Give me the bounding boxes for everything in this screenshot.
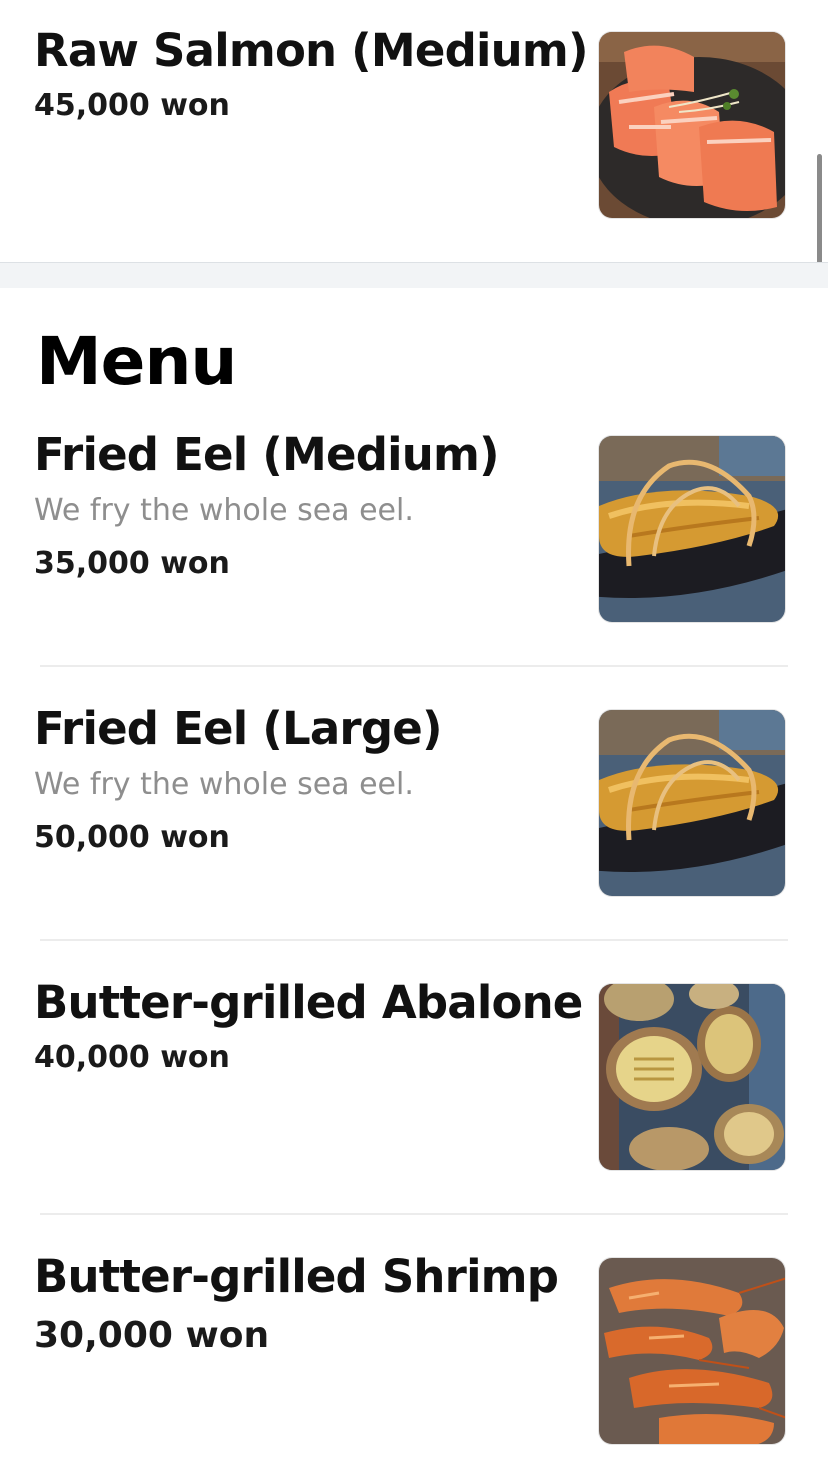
item-divider — [40, 1213, 788, 1215]
menu-title: Menu — [36, 323, 237, 400]
menu-item-price: 40,000 won — [34, 1040, 230, 1075]
item-divider — [40, 939, 788, 941]
fried-eel-photo — [598, 709, 786, 897]
menu-item-name: Butter-grilled Abalone — [34, 976, 583, 1029]
featured-item-price: 45,000 won — [34, 88, 230, 123]
featured-item-name: Raw Salmon (Medium) — [34, 24, 589, 77]
scrollbar[interactable] — [817, 154, 822, 264]
menu-item-price: 35,000 won — [34, 546, 230, 581]
menu-item-price: 30,000 won — [34, 1315, 270, 1356]
menu-item-name: Fried Eel (Large) — [34, 702, 443, 755]
menu-item-description: We fry the whole sea eel. — [34, 767, 414, 802]
menu-item-description: We fry the whole sea eel. — [34, 493, 414, 528]
section-divider — [0, 262, 828, 289]
item-divider — [40, 665, 788, 667]
featured-section: Raw Salmon (Medium) 45,000 won — [0, 0, 828, 262]
menu-section: Menu Fried Eel (Medium) We fry the whole… — [0, 288, 828, 1468]
grilled-abalone-photo — [598, 983, 786, 1171]
fried-eel-photo — [598, 435, 786, 623]
grilled-shrimp-photo — [598, 1257, 786, 1445]
menu-item-price: 50,000 won — [34, 820, 230, 855]
menu-item-name: Butter-grilled Shrimp — [34, 1250, 559, 1303]
menu-item-name: Fried Eel (Medium) — [34, 428, 500, 481]
salmon-sashimi-photo — [598, 31, 786, 219]
